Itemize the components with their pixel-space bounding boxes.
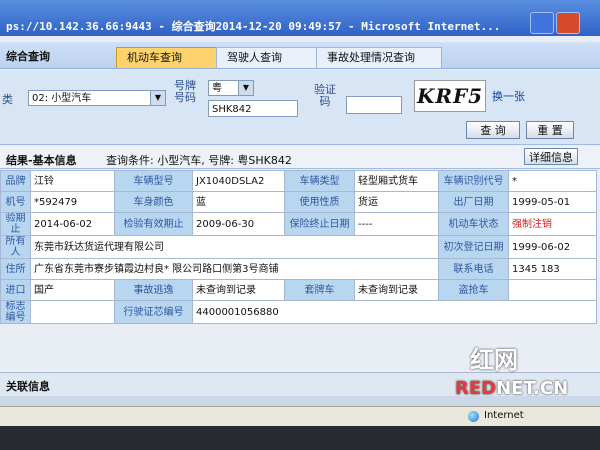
field-label: 验期止 — [0, 212, 31, 236]
field-value: 1999-05-01 — [508, 191, 597, 213]
plate-label: 号牌号码 — [174, 79, 196, 104]
field-label: 住所 — [0, 258, 31, 280]
field-value: ---- — [354, 212, 439, 236]
home-label: 综合查询 — [6, 50, 50, 63]
field-value: 未查询到记录 — [354, 279, 439, 301]
window-title: ps://10.142.36.66:9443 - 综合查询2014-12-20 … — [6, 20, 501, 33]
plate-prefix-select[interactable]: 粤 ▼ — [208, 80, 254, 96]
field-value: 国产 — [30, 279, 115, 301]
chevron-down-icon: ▼ — [150, 91, 165, 105]
result-title: 结果-基本信息 — [6, 154, 77, 167]
plate-prefix-value: 粤 — [212, 83, 222, 94]
minimize-button[interactable] — [530, 12, 554, 34]
watermark-rest: NET.CN — [496, 378, 569, 399]
vehicle-type-select[interactable]: 02: 小型汽车 ▼ — [28, 90, 166, 106]
tab-bar: 综合查询 机动车查询 驾驶人查询 事故处理情况查询 — [0, 42, 600, 69]
table-row: 所有人 东莞市跃达货运代理有限公司 初次登记日期 1999-06-02 — [0, 235, 597, 259]
close-button[interactable] — [556, 12, 580, 34]
captcha-label: 验证码 — [314, 83, 336, 108]
field-label: 机动车状态 — [438, 212, 509, 236]
status-bar: Internet — [0, 406, 600, 427]
field-label: 车辆识别代号 — [438, 170, 509, 192]
field-value: 货运 — [354, 191, 439, 213]
table-row: 标志编号 行驶证芯编号 4400001056880 — [0, 300, 597, 324]
vehicle-status-value: 强制注销 — [508, 212, 597, 236]
field-value: 4400001056880 — [192, 300, 597, 324]
table-row: 住所 广东省东莞市寮步镇霞边村良* 限公司路口侧第3号商铺 联系电话 1345 … — [0, 258, 597, 280]
watermark-site: REDNET.CN — [455, 378, 568, 399]
watermark-logo: 红网 — [470, 345, 518, 374]
monitor-bezel — [0, 426, 600, 450]
security-zone: Internet — [484, 410, 524, 421]
field-label: 行驶证芯编号 — [114, 300, 193, 324]
plate-number-input[interactable]: SHK842 — [208, 100, 298, 117]
table-row: 品牌 江铃 车辆型号 JX1040DSLA2 车辆类型 轻型厢式货车 车辆识别代… — [0, 170, 597, 192]
query-condition: 查询条件: 小型汽车, 号牌: 粤SHK842 — [106, 154, 292, 167]
field-value: 1999-06-02 — [508, 235, 597, 259]
query-button[interactable]: 查 询 — [466, 121, 520, 139]
field-label: 初次登记日期 — [438, 235, 509, 259]
field-label: 出厂日期 — [438, 191, 509, 213]
watermark-red: RED — [455, 378, 497, 399]
field-value: * — [508, 170, 597, 192]
vehicle-type-label: 类 — [2, 93, 13, 106]
field-label: 车辆类型 — [284, 170, 355, 192]
field-value: 2009-06-30 — [192, 212, 285, 236]
field-value: 蓝 — [192, 191, 285, 213]
field-label: 套牌车 — [284, 279, 355, 301]
field-value — [30, 300, 115, 324]
field-label: 检验有效期止 — [114, 212, 193, 236]
table-row: 机号 *592479 车身颜色 蓝 使用性质 货运 出厂日期 1999-05-0… — [0, 191, 597, 213]
field-label: 车辆型号 — [114, 170, 193, 192]
field-value: 轻型厢式货车 — [354, 170, 439, 192]
field-value: 未查询到记录 — [192, 279, 285, 301]
field-label: 品牌 — [0, 170, 31, 192]
refresh-captcha-link[interactable]: 换一张 — [492, 88, 525, 104]
result-header: 结果-基本信息 查询条件: 小型汽车, 号牌: 粤SHK842 详细信息 — [0, 146, 600, 169]
field-label: 保险终止日期 — [284, 212, 355, 236]
detail-button[interactable]: 详细信息 — [524, 148, 578, 165]
field-value: 江铃 — [30, 170, 115, 192]
captcha-image: KRF5 — [414, 80, 486, 112]
globe-icon — [468, 411, 479, 422]
field-label: 进口 — [0, 279, 31, 301]
vehicle-info-table: 品牌 江铃 车辆型号 JX1040DSLA2 车辆类型 轻型厢式货车 车辆识别代… — [0, 170, 597, 324]
field-value: *592479 — [30, 191, 115, 213]
chevron-down-icon: ▼ — [238, 81, 253, 95]
captcha-input[interactable] — [346, 96, 402, 114]
field-value: 广东省东莞市寮步镇霞边村良* 限公司路口侧第3号商铺 — [30, 258, 439, 280]
field-label: 使用性质 — [284, 191, 355, 213]
tab-accident-query[interactable]: 事故处理情况查询 — [316, 47, 442, 68]
field-value: 东莞市跃达货运代理有限公司 — [30, 235, 439, 259]
field-value: 1345 183 — [508, 258, 597, 280]
field-value — [508, 279, 597, 301]
related-info-title: 关联信息 — [6, 380, 50, 393]
query-form: 类 02: 小型汽车 ▼ 号牌号码 粤 ▼ SHK842 验证码 换一张 查 询… — [0, 70, 600, 145]
vehicle-type-value: 02: 小型汽车 — [32, 93, 92, 104]
field-value: 2014-06-02 — [30, 212, 115, 236]
field-label: 事故逃逸 — [114, 279, 193, 301]
reset-button[interactable]: 重 置 — [526, 121, 574, 139]
table-row: 进口 国产 事故逃逸 未查询到记录 套牌车 未查询到记录 盗抢车 — [0, 279, 597, 301]
field-label: 机号 — [0, 191, 31, 213]
browser-window: ps://10.142.36.66:9443 - 综合查询2014-12-20 … — [0, 0, 600, 450]
tab-driver-query[interactable]: 驾驶人查询 — [216, 47, 328, 68]
field-label: 盗抢车 — [438, 279, 509, 301]
field-value: JX1040DSLA2 — [192, 170, 285, 192]
tab-vehicle-query[interactable]: 机动车查询 — [116, 47, 228, 68]
field-label: 联系电话 — [438, 258, 509, 280]
field-label: 所有人 — [0, 235, 31, 259]
field-label: 车身颜色 — [114, 191, 193, 213]
field-label: 标志编号 — [0, 300, 31, 324]
table-row: 验期止 2014-06-02 检验有效期止 2009-06-30 保险终止日期 … — [0, 212, 597, 236]
title-bar: ps://10.142.36.66:9443 - 综合查询2014-12-20 … — [0, 0, 600, 36]
